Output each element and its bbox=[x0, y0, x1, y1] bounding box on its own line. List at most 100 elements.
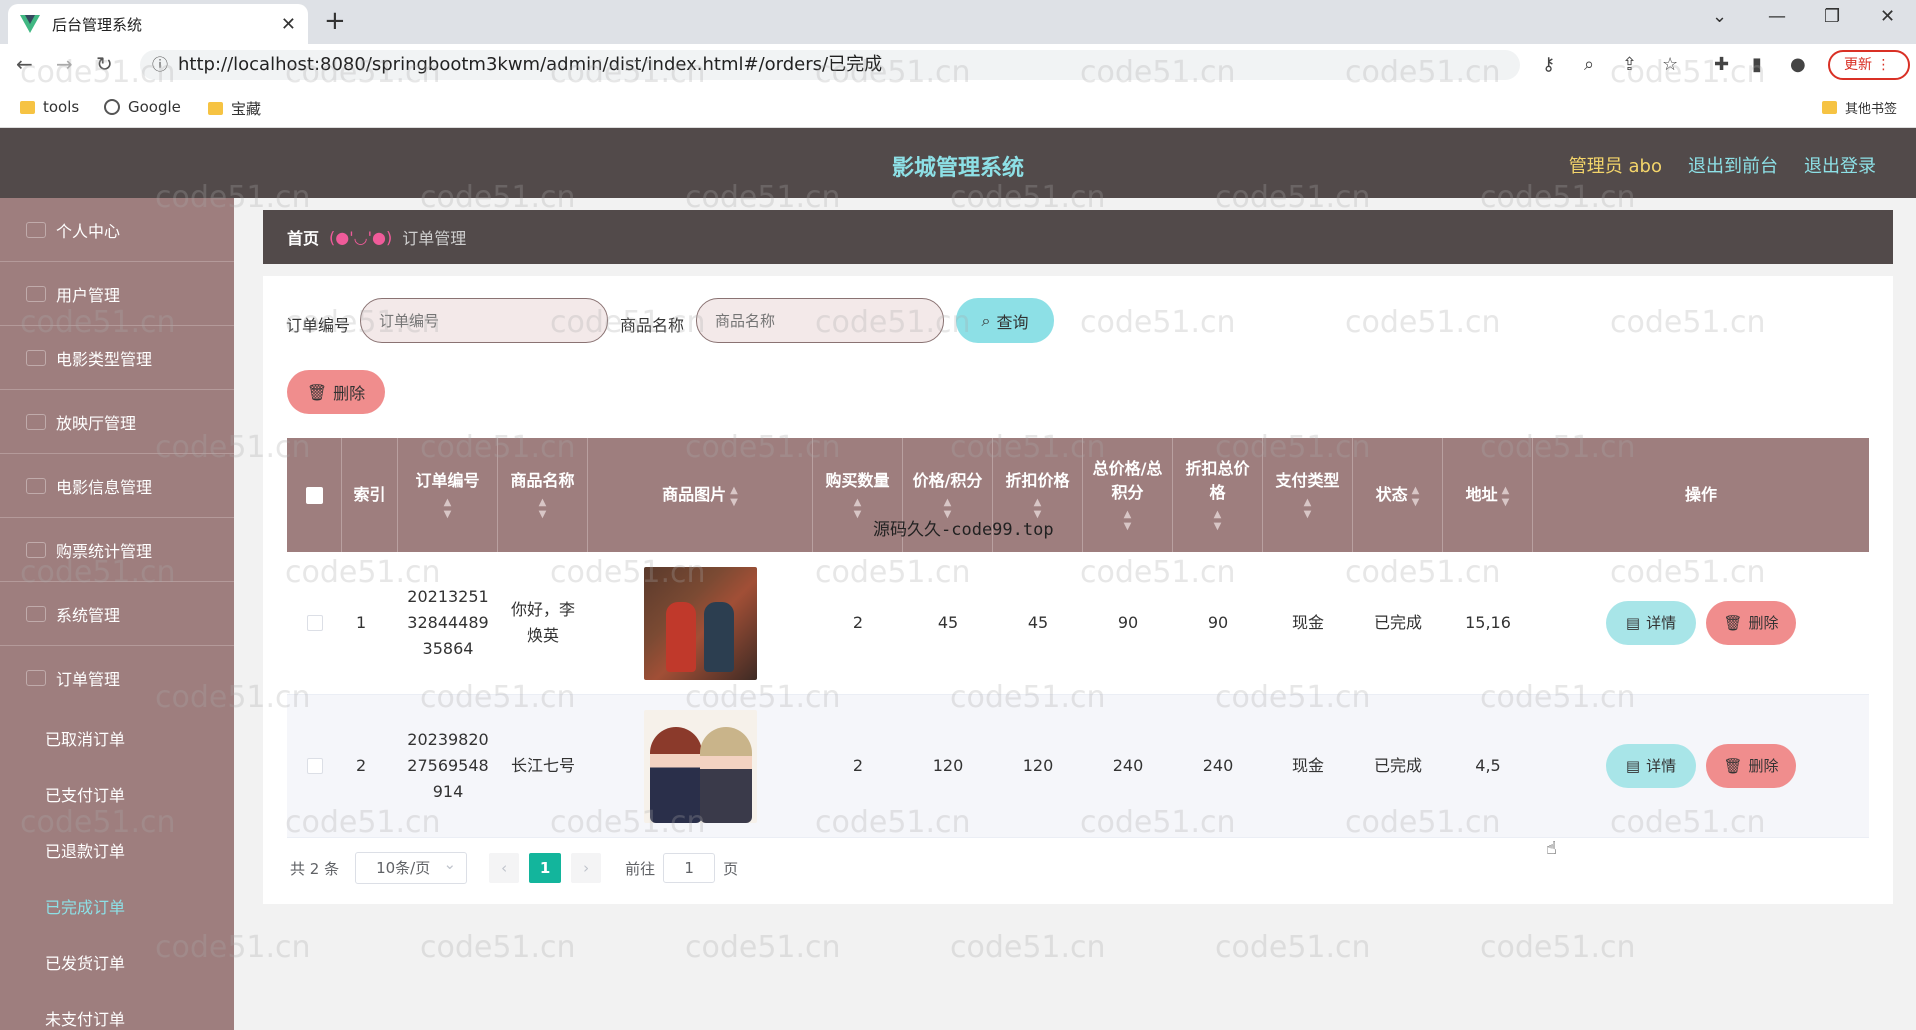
sidebar-item-system[interactable]: 系统管理 bbox=[0, 582, 234, 646]
url-text: http://localhost:8080/springbootm3kwm/ad… bbox=[178, 54, 883, 75]
order-no-line: 35864 bbox=[422, 639, 474, 658]
detail-button[interactable]: ▤ 详情 bbox=[1606, 601, 1696, 645]
forward-icon[interactable]: → bbox=[56, 52, 73, 76]
center-watermark: 源码久久-code99.top bbox=[873, 520, 1054, 540]
cell-total: 90 bbox=[1117, 613, 1139, 632]
back-icon[interactable]: ← bbox=[16, 52, 33, 76]
header-select-all[interactable] bbox=[287, 438, 342, 552]
bookmark-google[interactable]: Google bbox=[104, 98, 181, 116]
star-icon[interactable]: ☆ bbox=[1662, 54, 1678, 75]
pagination: 共 2 条 10条/页 ‹ 1 › 前往 1 页 bbox=[290, 849, 738, 884]
sidebar-item-orders[interactable]: 订单管理 bbox=[0, 646, 234, 710]
prev-page-icon[interactable]: ‹ bbox=[489, 853, 520, 883]
delete-button[interactable]: 🗑 删除 bbox=[1706, 744, 1796, 788]
sort-icon[interactable]: ▲ ▼ bbox=[1502, 485, 1510, 509]
restore-icon[interactable]: ❐ bbox=[1824, 6, 1840, 27]
detail-label: 详情 bbox=[1646, 614, 1677, 632]
poster-figure bbox=[700, 726, 752, 823]
page-number-current[interactable]: 1 bbox=[529, 853, 562, 883]
window-close-icon[interactable]: ✕ bbox=[1880, 6, 1895, 27]
cell-status: 已完成 bbox=[1373, 756, 1422, 775]
row-select[interactable] bbox=[287, 695, 342, 837]
delete-label: 删除 bbox=[1748, 757, 1779, 775]
sort-icon[interactable]: ▲ ▼ bbox=[854, 497, 862, 521]
sort-icon[interactable]: ▲ ▼ bbox=[730, 485, 738, 509]
header-order-no[interactable]: 订单编号 ▲ ▼ bbox=[398, 438, 498, 552]
reload-icon[interactable]: ↻ bbox=[96, 52, 113, 76]
sort-icon[interactable]: ▲ ▼ bbox=[1412, 485, 1420, 509]
delete-button[interactable]: 🗑 删除 bbox=[1706, 601, 1796, 645]
exit-to-front-link[interactable]: 退出到前台 bbox=[1688, 152, 1778, 178]
row-select[interactable] bbox=[287, 552, 342, 694]
sidebar-sub-completed[interactable]: 已完成订单 bbox=[0, 878, 234, 934]
header-discount-total[interactable]: 折扣总价格 ▲ ▼ bbox=[1173, 438, 1263, 552]
page-size-select[interactable]: 10条/页 bbox=[355, 849, 468, 884]
header-pay-type[interactable]: 支付类型 ▲ ▼ bbox=[1263, 438, 1353, 552]
sort-icon[interactable]: ▲ ▼ bbox=[1214, 509, 1222, 533]
sort-icon[interactable]: ▲ ▼ bbox=[1304, 497, 1312, 521]
cell-actions: ▤ 详情 🗑 删除 bbox=[1533, 695, 1869, 837]
sidebar-item-profile[interactable]: 个人中心 bbox=[0, 198, 234, 262]
order-no-input[interactable] bbox=[360, 298, 608, 343]
goods-name-input[interactable] bbox=[696, 298, 944, 343]
header-total[interactable]: 总价格/总积分 ▲ ▼ bbox=[1083, 438, 1173, 552]
sidebar-item-movie-types[interactable]: 电影类型管理 bbox=[0, 326, 234, 390]
sidebar-item-movies[interactable]: 电影信息管理 bbox=[0, 454, 234, 518]
header-address[interactable]: 地址 ▲ ▼ bbox=[1443, 438, 1533, 552]
minimize-icon[interactable]: — bbox=[1768, 6, 1786, 27]
sidebar-sub-paid[interactable]: 已支付订单 bbox=[0, 766, 234, 822]
logout-link[interactable]: 退出登录 bbox=[1804, 152, 1876, 178]
tab-close-icon[interactable]: ✕ bbox=[281, 14, 296, 35]
header-status[interactable]: 状态 ▲ ▼ bbox=[1353, 438, 1443, 552]
folder-icon bbox=[208, 102, 223, 115]
goods-image bbox=[644, 566, 757, 680]
sidebar-sub-unpaid[interactable]: 未支付订单 bbox=[0, 990, 234, 1030]
sidebar-sub-refunded[interactable]: 已退款订单 bbox=[0, 822, 234, 878]
sidebar-item-ticket-stats[interactable]: 购票统计管理 bbox=[0, 518, 234, 582]
sidepanel-icon[interactable]: ▮ bbox=[1752, 54, 1762, 75]
sort-icon[interactable]: ▲ ▼ bbox=[444, 497, 452, 521]
bookmark-tools[interactable]: tools bbox=[20, 98, 79, 116]
sort-icon[interactable]: ▲ ▼ bbox=[1124, 509, 1132, 533]
sidebar-item-label: 放映厅管理 bbox=[56, 413, 137, 433]
update-button[interactable]: 更新 ⋮ bbox=[1828, 50, 1910, 80]
goto-prefix: 前往 bbox=[625, 859, 656, 878]
query-button[interactable]: ⌕ 查询 bbox=[956, 298, 1054, 343]
sort-icon[interactable]: ▲ ▼ bbox=[539, 497, 547, 521]
other-bookmarks[interactable]: 其他书签 bbox=[1822, 98, 1897, 117]
extensions-icon[interactable]: ✚ bbox=[1714, 54, 1729, 75]
checkbox[interactable] bbox=[305, 486, 323, 504]
watermark-text: code51.cn bbox=[950, 930, 1106, 965]
zoom-icon[interactable]: ⌕ bbox=[1584, 54, 1594, 75]
key-icon[interactable]: ⚷ bbox=[1542, 54, 1555, 75]
poster-figure bbox=[650, 726, 702, 823]
tab-search-chevron-icon[interactable]: ⌄ bbox=[1712, 6, 1727, 27]
next-page-icon[interactable]: › bbox=[571, 853, 602, 883]
sidebar-item-users[interactable]: 用户管理 bbox=[0, 262, 234, 326]
delete-label: 删除 bbox=[333, 384, 366, 403]
profile-icon[interactable]: ● bbox=[1790, 54, 1806, 75]
checkbox[interactable] bbox=[306, 758, 323, 774]
detail-button[interactable]: ▤ 详情 bbox=[1606, 744, 1696, 788]
new-tab-icon[interactable]: + bbox=[324, 6, 346, 36]
url-field[interactable]: ⓘ http://localhost:8080/springbootm3kwm/… bbox=[140, 50, 1520, 80]
header-goods-name[interactable]: 商品名称 ▲ ▼ bbox=[498, 438, 588, 552]
bookmark-treasure[interactable]: 宝藏 bbox=[208, 98, 261, 119]
trash-icon: 🗑 bbox=[1723, 614, 1743, 632]
batch-delete-button[interactable]: 🗑 删除 bbox=[287, 370, 385, 414]
watermark-text: code51.cn bbox=[1480, 930, 1636, 965]
goto-page-input[interactable]: 1 bbox=[663, 853, 716, 883]
sidebar-item-halls[interactable]: 放映厅管理 bbox=[0, 390, 234, 454]
share-icon[interactable]: ⇪ bbox=[1622, 54, 1637, 75]
site-info-icon[interactable]: ⓘ bbox=[152, 50, 168, 80]
sidebar-sub-shipped[interactable]: 已发货订单 bbox=[0, 934, 234, 990]
breadcrumb-current: 订单管理 bbox=[402, 229, 467, 248]
goods-name-line: 你好，李 bbox=[510, 600, 575, 619]
sidebar-sub-cancelled[interactable]: 已取消订单 bbox=[0, 710, 234, 766]
cell-goods-name: 你好，李 焕英 bbox=[498, 552, 588, 694]
browser-tab[interactable]: 后台管理系统 ✕ bbox=[8, 4, 308, 44]
checkbox[interactable] bbox=[306, 615, 323, 631]
goods-name-line: 长江七号 bbox=[510, 756, 575, 775]
breadcrumb-home[interactable]: 首页 bbox=[287, 225, 319, 249]
header-goods-image[interactable]: 商品图片 ▲ ▼ bbox=[588, 438, 813, 552]
